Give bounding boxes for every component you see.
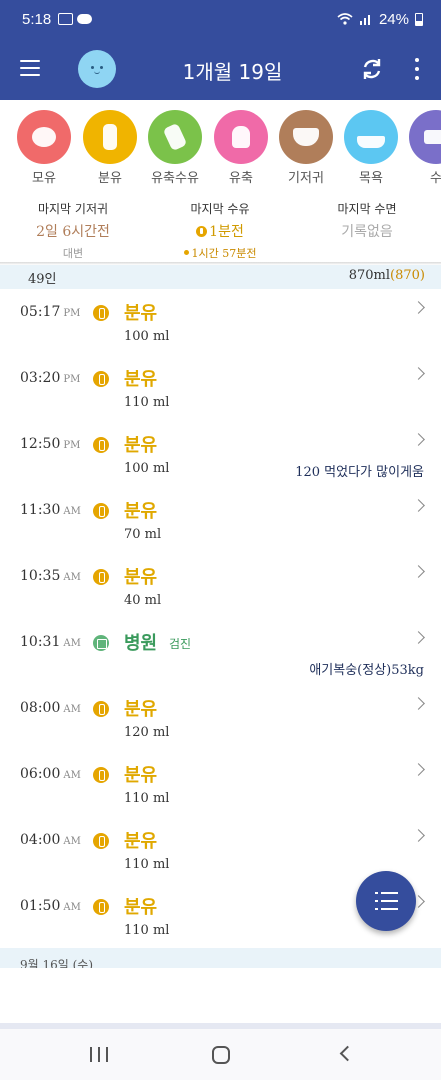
record-tag: 검진: [169, 637, 192, 651]
bottle-icon: [93, 371, 109, 387]
pumped-bottle-icon: [148, 110, 202, 164]
bottle-icon: [93, 503, 109, 519]
recents-icon[interactable]: [90, 1047, 108, 1062]
next-day-header: 9월 16일 (수): [0, 948, 441, 968]
bottle-icon: [93, 569, 109, 585]
record-row[interactable]: 06:00 AM 분유 110 ml: [0, 753, 441, 819]
sync-cloud-icon: [77, 14, 93, 24]
bottle-icon: [93, 833, 109, 849]
category-pumped-feeding[interactable]: 유축수유: [145, 110, 205, 186]
record-row[interactable]: 12:50 PM 분유 100 ml 120 먹었다가 많이게움: [0, 423, 441, 489]
diaper-icon: [279, 110, 333, 164]
day-header: 49인 870ml(870): [0, 265, 441, 289]
chevron-right-icon: [412, 499, 425, 512]
category-sleep[interactable]: 수: [406, 110, 441, 186]
chevron-right-icon: [412, 697, 425, 710]
record-memo: 120 먹었다가 많이게움: [295, 465, 424, 480]
last-diaper-summary[interactable]: 마지막 기저귀 2일 6시간전 대변: [3, 200, 143, 261]
category-diaper[interactable]: 기저귀: [276, 110, 336, 186]
last-feeding-sub: 1시간 57분전: [191, 247, 257, 260]
notification-icon: [58, 13, 74, 25]
signal-icon: [359, 15, 370, 25]
status-bar: 5:18 24%: [0, 0, 441, 38]
day-header-label: 49인: [28, 272, 57, 287]
chevron-right-icon: [412, 829, 425, 842]
wifi-icon: [337, 13, 353, 25]
bottle-icon: [93, 899, 109, 915]
category-breastfeeding[interactable]: 모유: [14, 110, 74, 186]
record-row[interactable]: 11:30 AM 분유 70 ml: [0, 489, 441, 555]
bathtub-icon: [344, 110, 398, 164]
baby-avatar[interactable]: [78, 50, 116, 88]
record-memo: 애기복숭(정상)53kg: [309, 663, 424, 678]
refresh-icon[interactable]: [359, 56, 385, 82]
last-feeding-summary[interactable]: 마지막 수유 1분전 1시간 57분전: [150, 200, 290, 261]
category-pumping[interactable]: 유축: [211, 110, 271, 186]
day-total: 870ml(870): [348, 268, 425, 283]
baby-age-title: 1개월 19일: [182, 60, 283, 84]
category-row: 모유 분유 유축수유 유축 기저귀 목욕 수: [0, 100, 441, 188]
chevron-right-icon: [412, 433, 425, 446]
record-row[interactable]: 03:20 PM 분유 110 ml: [0, 357, 441, 423]
dot-icon: [183, 250, 189, 255]
record-row[interactable]: 10:31 AM 병원 검진 애기복숭(정상)53kg: [0, 621, 441, 687]
category-formula[interactable]: 분유: [80, 110, 140, 186]
chevron-right-icon: [412, 763, 425, 776]
app-bar: 1개월 19일: [0, 38, 441, 100]
chevron-right-icon: [412, 301, 425, 314]
battery-icon: [415, 12, 423, 26]
bottle-icon: [83, 110, 137, 164]
bottle-icon: [93, 767, 109, 783]
bottle-icon: [93, 437, 109, 453]
home-icon[interactable]: [212, 1046, 230, 1064]
record-row[interactable]: 05:17 PM 분유 100 ml: [0, 291, 441, 357]
record-row[interactable]: 08:00 AM 분유 120 ml: [0, 687, 441, 753]
last-sleep-summary[interactable]: 마지막 수면 기록없음: [297, 200, 437, 241]
chevron-right-icon: [412, 367, 425, 380]
bottle-icon: [93, 305, 109, 321]
record-row[interactable]: 10:35 AM 분유 40 ml: [0, 555, 441, 621]
breastfeeding-icon: [17, 110, 71, 164]
app-root: 5:18 24% 1개월 19일 모유 분유 유축수유 유축 기저귀 목욕 수 …: [0, 0, 441, 1080]
status-right: 24%: [337, 11, 423, 28]
bottle-icon: [93, 701, 109, 717]
category-bath[interactable]: 목욕: [341, 110, 401, 186]
more-options-icon[interactable]: [411, 58, 423, 80]
last-event-summary: 마지막 기저귀 2일 6시간전 대변 마지막 수유 1분전 1시간 57분전 마…: [0, 188, 441, 264]
system-nav-bar: [0, 1029, 441, 1080]
chevron-right-icon: [412, 631, 425, 644]
sleep-icon: [409, 110, 441, 164]
last-feeding-value: 1분전: [209, 224, 244, 240]
battery-percent: 24%: [378, 10, 409, 28]
status-time: 5:18: [22, 10, 52, 28]
breast-pump-icon: [214, 110, 268, 164]
chevron-right-icon: [412, 565, 425, 578]
back-icon[interactable]: [339, 1045, 356, 1062]
hospital-icon: [93, 635, 109, 651]
menu-icon[interactable]: [20, 60, 40, 76]
record-list-fab[interactable]: [356, 871, 416, 931]
bottle-icon: [196, 226, 208, 237]
